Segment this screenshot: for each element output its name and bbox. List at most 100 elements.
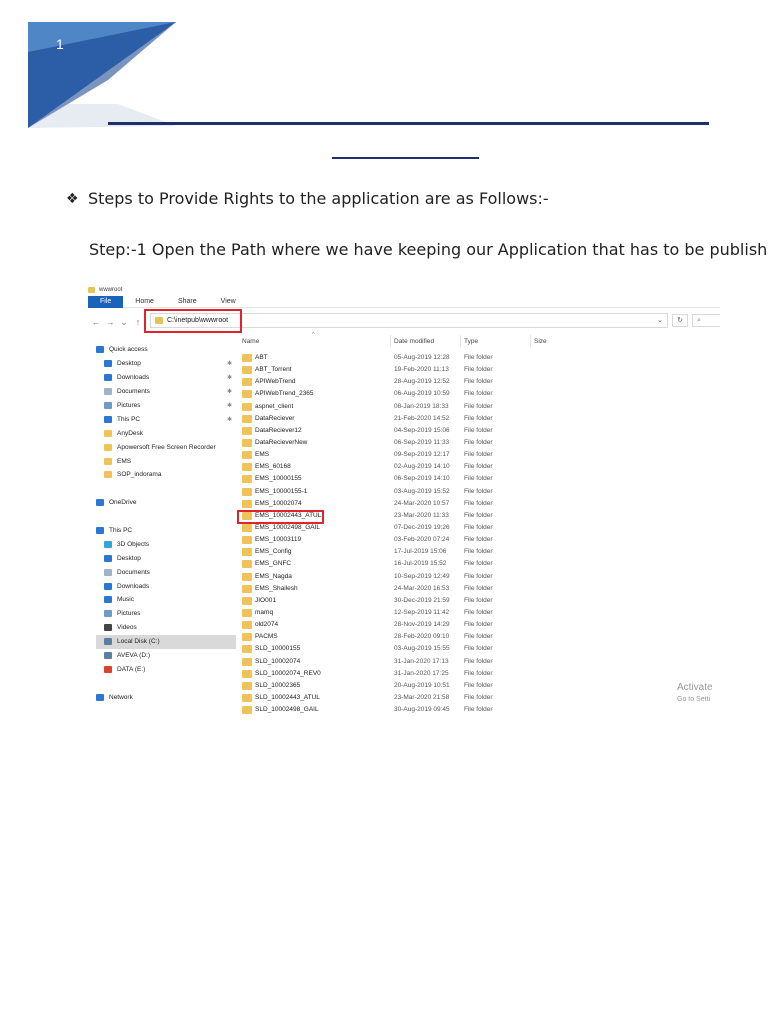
- tab-home[interactable]: Home: [123, 296, 166, 308]
- forward-arrow-icon[interactable]: →: [104, 317, 116, 327]
- file-type: File folder: [464, 560, 493, 568]
- back-arrow-icon[interactable]: ←: [90, 317, 102, 327]
- file-row[interactable]: PACMS 28-Feb-2020 09:10 File folder: [240, 631, 720, 643]
- nav-item-label: Downloads: [117, 582, 150, 590]
- file-row[interactable]: EMS_60168 02-Aug-2019 14:10 File folder: [240, 461, 720, 473]
- nav-item[interactable]: Downloads: [96, 579, 236, 593]
- file-row[interactable]: APIWebTrend 28-Aug-2019 12:52 File folder: [240, 376, 720, 388]
- nav-item-label: Pictures: [117, 610, 141, 618]
- column-header-date[interactable]: Date modified: [394, 338, 434, 345]
- recent-dropdown-icon[interactable]: ⌄: [118, 317, 130, 328]
- nav-item[interactable]: AVEVA (D:): [96, 649, 236, 663]
- file-name: SLD_10002074: [255, 657, 301, 665]
- nav-item[interactable]: This PC ✱: [96, 412, 236, 426]
- file-row[interactable]: APIWebTrend_2365 06-Aug-2019 10:59 File fo…: [240, 388, 720, 400]
- search-box[interactable]: ⌕: [692, 314, 720, 327]
- window-title: wwwroot: [99, 287, 123, 293]
- file-row[interactable]: DataReciever12 04-Sep-2019 15:06 File fold…: [240, 425, 720, 437]
- chevron-down-icon[interactable]: ⌄: [657, 316, 663, 324]
- pin-icon[interactable]: ✱: [227, 416, 232, 423]
- nav-item[interactable]: DATA (E:): [96, 662, 236, 676]
- refresh-icon[interactable]: ↻: [672, 314, 688, 327]
- pin-icon[interactable]: ✱: [227, 374, 232, 381]
- nav-item[interactable]: Pictures ✱: [96, 399, 236, 413]
- file-row[interactable]: ABT 05-Aug-2019 12:28 File folder: [240, 352, 720, 364]
- file-row[interactable]: EMS_Shailesh 24-Mar-2020 16:53 File folder: [240, 583, 720, 595]
- file-row[interactable]: aspnet_client 08-Jan-2019 18:33 File folde…: [240, 401, 720, 413]
- tab-share[interactable]: Share: [166, 296, 209, 308]
- file-row[interactable]: SLD_10000155 03-Aug-2019 15:55 File folder: [240, 643, 720, 655]
- pin-icon[interactable]: ✱: [227, 402, 232, 409]
- file-row[interactable]: SLD_10002074 31-Jan-2020 17:13 File folder: [240, 656, 720, 668]
- file-row[interactable]: SLD_10002498_GAIL 30-Aug-2019 09:45 File f…: [240, 704, 720, 715]
- file-row[interactable]: DataReciever 21-Feb-2020 14:52 File folder: [240, 413, 720, 425]
- file-row[interactable]: EMS_GNFC 16-Jul-2019 15:52 File folder: [240, 558, 720, 570]
- file-name: EMS_60168: [255, 463, 291, 471]
- nav-item[interactable]: AnyDesk: [96, 426, 236, 440]
- file-type: File folder: [464, 402, 493, 410]
- file-name: EMS_Config: [255, 548, 292, 556]
- folder-icon: [104, 429, 112, 437]
- pin-icon[interactable]: ✱: [227, 388, 232, 395]
- file-type: File folder: [464, 572, 493, 580]
- file-row[interactable]: SLD_10002443_ATUL 23-Mar-2020 21:58 File f…: [240, 692, 720, 704]
- desktop-icon: [104, 360, 112, 368]
- file-row[interactable]: EMS_10000155 06-Sep-2019 14:10 File folder: [240, 473, 720, 485]
- column-header-size[interactable]: Size: [534, 338, 547, 345]
- folder-icon: [242, 438, 252, 447]
- file-row[interactable]: old2074 28-Nov-2019 14:29 File folder: [240, 619, 720, 631]
- file-date: 03-Aug-2019 15:52: [394, 487, 450, 495]
- nav-item[interactable]: Pictures: [96, 607, 236, 621]
- file-type: File folder: [464, 608, 493, 616]
- nav-item[interactable]: Downloads ✱: [96, 371, 236, 385]
- file-row[interactable]: SLD_10002074_REV0 31-Jan-2020 17:25 File f…: [240, 668, 720, 680]
- nav-item[interactable]: SOP_indorama: [96, 468, 236, 482]
- tab-view[interactable]: View: [209, 296, 248, 308]
- folder-icon: [242, 366, 252, 375]
- file-name: SLD_10002365: [255, 681, 301, 689]
- column-header-type[interactable]: Type: [464, 338, 478, 345]
- file-name: SLD_10002443_ATUL: [255, 693, 320, 701]
- file-row[interactable]: ABT_Torrent 19-Feb-2020 11:13 File folder: [240, 364, 720, 376]
- file-row[interactable]: SLD_10002365 20-Aug-2019 10:51 File folder: [240, 680, 720, 692]
- nav-item[interactable]: Quick access: [96, 343, 236, 357]
- sort-arrow-icon: ^: [312, 332, 315, 338]
- file-row[interactable]: EMS 09-Sep-2019 12:17 File folder: [240, 449, 720, 461]
- file-row[interactable]: DataRecieverNew 06-Sep-2019 11:33 File fol…: [240, 437, 720, 449]
- file-row[interactable]: EMS_Nagda 10-Sep-2019 12:49 File folder: [240, 571, 720, 583]
- nav-item[interactable]: This PC: [96, 524, 236, 538]
- pictures-icon: [104, 610, 112, 618]
- file-row[interactable]: EMS_Config 17-Jul-2019 15:06 File folder: [240, 546, 720, 558]
- nav-item[interactable]: 3D Objects: [96, 537, 236, 551]
- folder-icon: [242, 390, 252, 399]
- nav-item[interactable]: Documents: [96, 565, 236, 579]
- nav-item[interactable]: Apowersoft Free Screen Recorder: [96, 440, 236, 454]
- folder-icon: [242, 657, 252, 666]
- folder-icon: [242, 681, 252, 690]
- nav-item[interactable]: Network: [96, 690, 236, 704]
- up-arrow-icon[interactable]: ↑: [132, 317, 144, 327]
- file-type: File folder: [464, 584, 493, 592]
- nav-item[interactable]: Documents ✱: [96, 385, 236, 399]
- nav-item[interactable]: Music: [96, 593, 236, 607]
- nav-item-label: This PC: [109, 527, 133, 535]
- file-row[interactable]: EMS_10002074 24-Mar-2020 10:57 File folder: [240, 498, 720, 510]
- file-row[interactable]: EMS_10000155-1 03-Aug-2019 15:52 File fold…: [240, 486, 720, 498]
- nav-item-label: OneDrive: [109, 499, 137, 507]
- file-row[interactable]: mamq 12-Sep-2019 11:42 File folder: [240, 607, 720, 619]
- file-name: old2074: [255, 621, 279, 629]
- nav-item[interactable]: EMS: [96, 454, 236, 468]
- nav-item[interactable]: Videos: [96, 621, 236, 635]
- nav-item[interactable]: OneDrive: [96, 496, 236, 510]
- nav-item[interactable]: Desktop ✱: [96, 357, 236, 371]
- file-name: aspnet_client: [255, 402, 294, 410]
- column-header-name[interactable]: Name: [242, 338, 259, 345]
- file-date: 24-Mar-2020 16:53: [394, 584, 450, 592]
- tab-file[interactable]: File: [88, 295, 124, 308]
- nav-item[interactable]: Local Disk (C:): [96, 634, 236, 649]
- file-row[interactable]: EMS_10003119 03-Feb-2020 07:24 File folder: [240, 534, 720, 546]
- file-row[interactable]: JIO001 30-Dec-2019 21:59 File folder: [240, 595, 720, 607]
- pin-icon[interactable]: ✱: [227, 360, 232, 367]
- nav-item[interactable]: Desktop: [96, 551, 236, 565]
